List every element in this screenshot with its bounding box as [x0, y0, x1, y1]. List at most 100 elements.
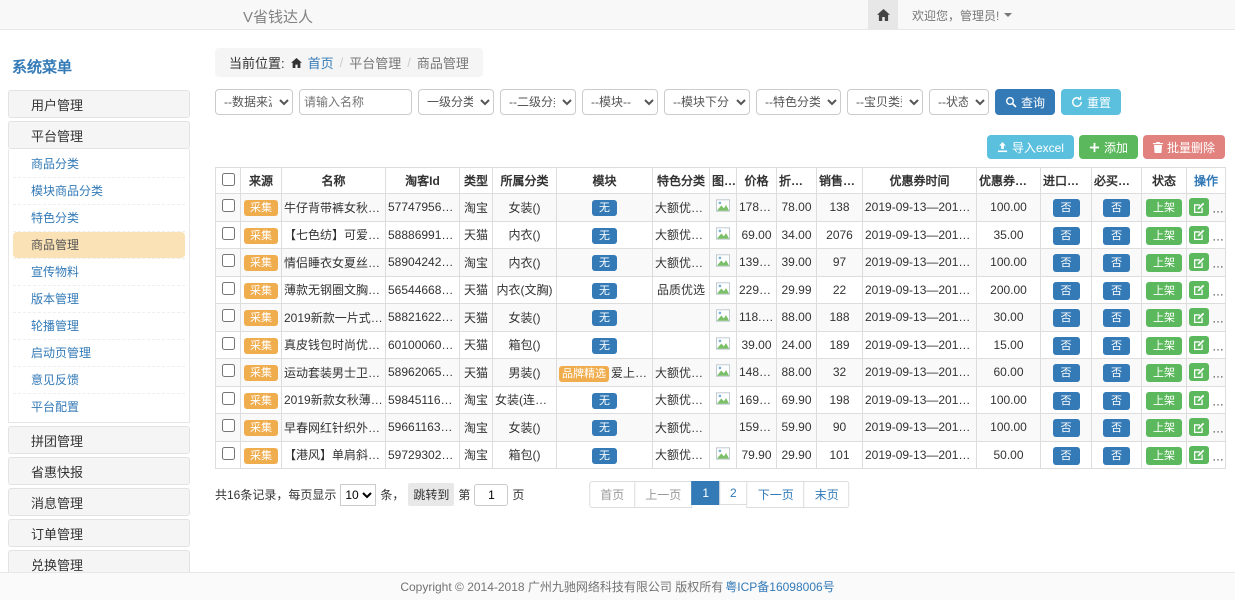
import-select-toggle[interactable]: 否	[1053, 447, 1080, 465]
edit-button[interactable]	[1189, 253, 1209, 271]
filter-select-feature-category[interactable]: --特色分类--	[756, 89, 841, 115]
import-select-toggle[interactable]: 否	[1053, 419, 1080, 437]
filter-select-level2-category[interactable]: --二级分类--	[500, 89, 576, 115]
filter-select-module[interactable]: --模块--	[582, 89, 658, 115]
jump-page-input[interactable]	[474, 484, 508, 506]
row-checkbox[interactable]	[222, 447, 235, 460]
edit-button[interactable]	[1189, 308, 1209, 326]
must-buy-toggle[interactable]: 否	[1103, 337, 1130, 355]
row-checkbox[interactable]	[222, 364, 235, 377]
row-checkbox[interactable]	[222, 254, 235, 267]
must-buy-toggle[interactable]: 否	[1103, 447, 1130, 465]
pager-button[interactable]: 末页	[804, 481, 850, 508]
status-badge[interactable]: 上架	[1146, 309, 1182, 327]
name-search-input[interactable]	[299, 89, 412, 115]
status-badge[interactable]: 上架	[1146, 337, 1182, 355]
import-select-toggle[interactable]: 否	[1053, 392, 1080, 410]
pager-button[interactable]: 2	[719, 481, 748, 505]
module-badge[interactable]: 无	[592, 228, 617, 244]
import-select-toggle[interactable]: 否	[1053, 254, 1080, 272]
status-badge[interactable]: 上架	[1146, 199, 1182, 217]
pager-button[interactable]: 首页	[589, 481, 635, 508]
user-dropdown[interactable]: 欢迎您，管理员!	[912, 7, 1012, 24]
module-badge[interactable]: 无	[592, 283, 617, 299]
status-badge[interactable]: 上架	[1146, 419, 1182, 437]
row-checkbox[interactable]	[222, 282, 235, 295]
import-select-toggle[interactable]: 否	[1053, 227, 1080, 245]
edit-button[interactable]	[1189, 198, 1209, 216]
sidebar-group-platform-management[interactable]: 平台管理	[8, 121, 190, 149]
must-buy-toggle[interactable]: 否	[1103, 364, 1130, 382]
status-badge[interactable]: 上架	[1146, 447, 1182, 465]
add-button[interactable]: 添加	[1079, 135, 1138, 159]
must-buy-toggle[interactable]: 否	[1103, 199, 1130, 217]
module-badge[interactable]: 无	[592, 310, 617, 326]
must-buy-toggle[interactable]: 否	[1103, 254, 1130, 272]
sidebar-item-module-goods-category[interactable]: 模块商品分类	[13, 178, 185, 204]
must-buy-toggle[interactable]: 否	[1103, 227, 1130, 245]
status-badge[interactable]: 上架	[1146, 227, 1182, 245]
import-select-toggle[interactable]: 否	[1053, 337, 1080, 355]
edit-button[interactable]	[1189, 281, 1209, 299]
sidebar-group-order-management[interactable]: 订单管理	[8, 519, 190, 547]
sidebar-item-goods-category[interactable]: 商品分类	[13, 151, 185, 177]
reset-button[interactable]: 重置	[1061, 89, 1121, 115]
must-buy-toggle[interactable]: 否	[1103, 309, 1130, 327]
sidebar-group-saving-express[interactable]: 省惠快报	[8, 457, 190, 485]
edit-button[interactable]	[1189, 363, 1209, 381]
row-checkbox[interactable]	[222, 392, 235, 405]
module-badge[interactable]: 无	[592, 448, 617, 464]
filter-select-data-source[interactable]: --数据来源--	[215, 89, 293, 115]
edit-button[interactable]	[1189, 446, 1209, 464]
edit-button[interactable]	[1189, 391, 1209, 409]
sidebar-item-promo-materials[interactable]: 宣传物料	[13, 259, 185, 285]
edit-button[interactable]	[1189, 226, 1209, 244]
row-checkbox[interactable]	[222, 337, 235, 350]
import-select-toggle[interactable]: 否	[1053, 309, 1080, 327]
filter-select-item-type[interactable]: --宝贝类型--	[847, 89, 923, 115]
icp-link[interactable]: 粤ICP备16098006号	[725, 578, 834, 595]
module-badge[interactable]: 无	[592, 420, 617, 436]
must-buy-toggle[interactable]: 否	[1103, 419, 1130, 437]
status-badge[interactable]: 上架	[1146, 364, 1182, 382]
jump-to-button[interactable]: 跳转到	[408, 483, 454, 506]
edit-button[interactable]	[1189, 336, 1209, 354]
page-size-select[interactable]: 10	[340, 484, 376, 506]
batch-delete-button[interactable]: 批量删除	[1143, 135, 1225, 159]
sidebar-group-user-management[interactable]: 用户管理	[8, 90, 190, 118]
filter-select-module-subcategory[interactable]: --模块下分类--	[664, 89, 750, 115]
row-checkbox[interactable]	[222, 199, 235, 212]
module-badge[interactable]: 无	[592, 338, 617, 354]
home-button[interactable]	[868, 0, 898, 30]
must-buy-toggle[interactable]: 否	[1103, 392, 1130, 410]
import-select-toggle[interactable]: 否	[1053, 282, 1080, 300]
sidebar-item-goods-management[interactable]: 商品管理	[13, 232, 185, 258]
import-select-toggle[interactable]: 否	[1053, 199, 1080, 217]
row-checkbox[interactable]	[222, 227, 235, 240]
module-badge[interactable]: 无	[592, 255, 617, 271]
module-badge[interactable]: 无	[592, 393, 617, 409]
status-badge[interactable]: 上架	[1146, 254, 1182, 272]
status-badge[interactable]: 上架	[1146, 392, 1182, 410]
row-checkbox[interactable]	[222, 419, 235, 432]
row-checkbox[interactable]	[222, 309, 235, 322]
edit-button[interactable]	[1189, 418, 1209, 436]
sidebar-item-feature-category[interactable]: 特色分类	[13, 205, 185, 231]
pager-button[interactable]: 下一页	[747, 481, 805, 508]
import-excel-button[interactable]: 导入excel	[987, 135, 1074, 159]
pager-button[interactable]: 上一页	[634, 481, 692, 508]
sidebar-group-groupbuy-management[interactable]: 拼团管理	[8, 426, 190, 454]
must-buy-toggle[interactable]: 否	[1103, 282, 1130, 300]
sidebar-group-message-management[interactable]: 消息管理	[8, 488, 190, 516]
filter-select-level1-category[interactable]: 一级分类	[418, 89, 494, 115]
sidebar-item-feedback[interactable]: 意见反馈	[13, 367, 185, 393]
import-select-toggle[interactable]: 否	[1053, 364, 1080, 382]
pager-button[interactable]: 1	[691, 481, 720, 505]
module-badge[interactable]: 品牌精选	[559, 366, 609, 382]
select-all-checkbox[interactable]	[222, 173, 235, 186]
sidebar-item-platform-config[interactable]: 平台配置	[13, 394, 185, 420]
breadcrumb-home-link[interactable]: 首页	[308, 53, 334, 72]
sidebar-group-exchange-management[interactable]: 兑换管理	[8, 550, 190, 572]
filter-select-status[interactable]: --状态--	[929, 89, 989, 115]
sidebar-item-version-management[interactable]: 版本管理	[13, 286, 185, 312]
